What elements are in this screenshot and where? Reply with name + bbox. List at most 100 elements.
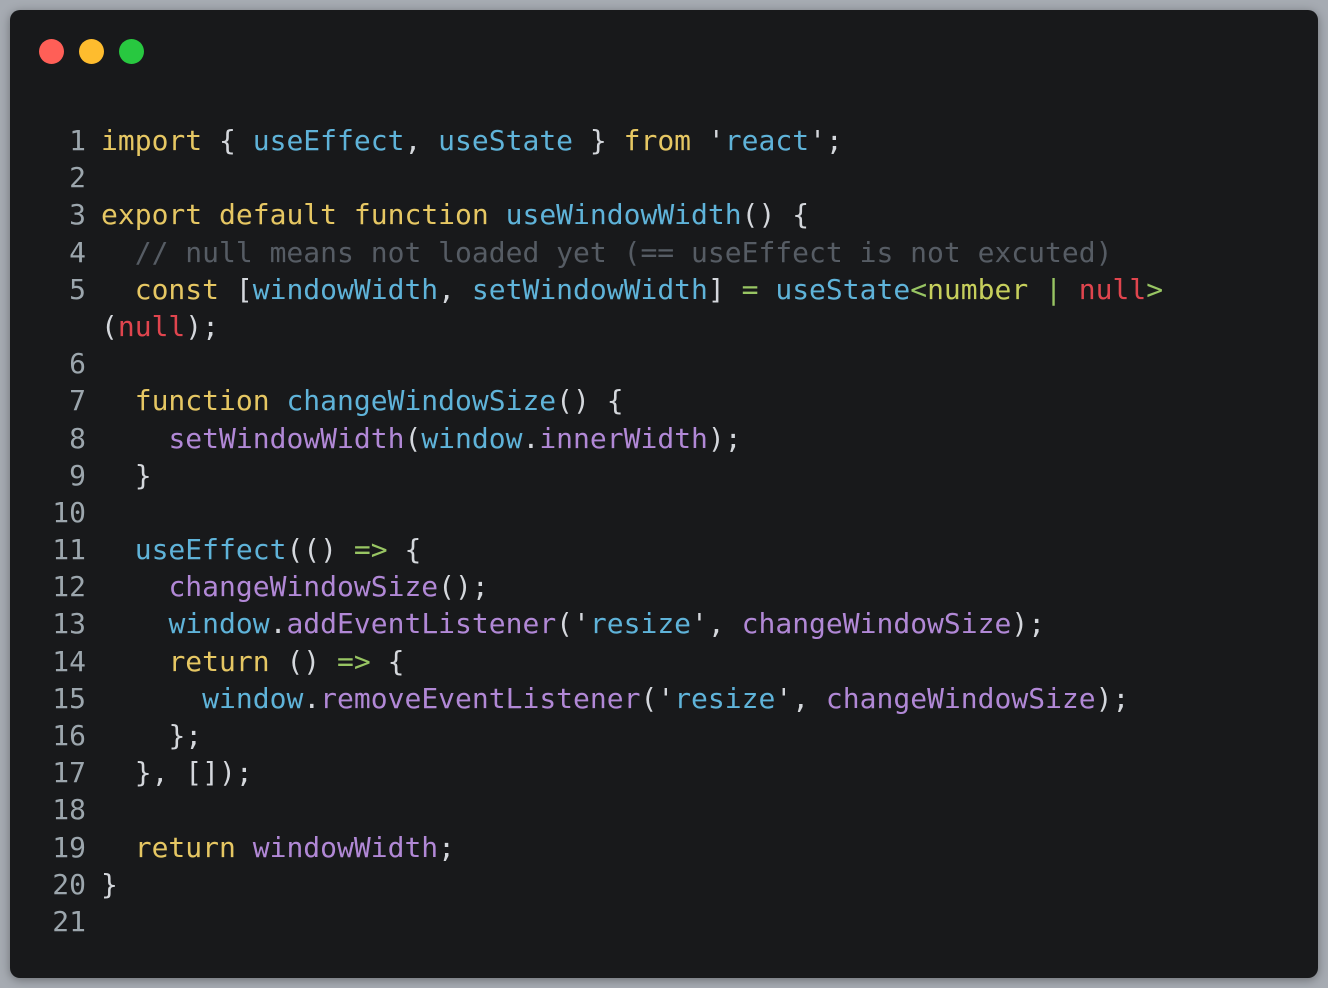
line-content: setWindowWidth(window.innerWidth); xyxy=(101,420,1211,457)
code-token: } xyxy=(101,458,152,492)
close-button[interactable] xyxy=(39,39,64,64)
code-token: . xyxy=(269,607,287,641)
code-token: < xyxy=(910,272,928,306)
code-token: ); xyxy=(1011,607,1046,641)
code-line: 4 // null means not loaded yet (== useEf… xyxy=(10,234,1318,271)
code-editor: 1 import { useEffect, useState } from 're… xyxy=(10,122,1318,940)
code-line: 18 xyxy=(10,791,1318,828)
line-number: 3 xyxy=(69,198,86,232)
code-token: ( xyxy=(640,681,658,715)
code-line: 2 xyxy=(10,159,1318,196)
code-token: => xyxy=(337,644,371,678)
code-token: window xyxy=(168,607,270,641)
code-token: => xyxy=(353,533,388,567)
code-token: useEffect xyxy=(252,124,405,157)
minimize-button[interactable] xyxy=(79,39,104,64)
code-token: ' xyxy=(657,681,675,715)
code-token: . xyxy=(522,421,540,455)
line-number: 2 xyxy=(69,161,86,195)
line-content: } xyxy=(101,866,1211,903)
line-number: 19 xyxy=(52,830,86,864)
code-token: > xyxy=(1146,272,1164,306)
code-token: null xyxy=(117,309,186,343)
line-content: export default function useWindowWidth()… xyxy=(101,196,1211,233)
code-token: useState xyxy=(438,124,574,157)
code-token: useState xyxy=(775,272,911,306)
code-token: addEventListener xyxy=(286,607,557,641)
line-content: changeWindowSize(); xyxy=(101,568,1211,605)
code-line: 8 setWindowWidth(window.innerWidth); xyxy=(10,420,1318,457)
code-token: const xyxy=(134,272,220,306)
code-line: 17 }, []); xyxy=(10,754,1318,791)
line-number: 7 xyxy=(69,384,86,418)
code-token: removeEventListener xyxy=(320,681,641,715)
code-window: 1 import { useEffect, useState } from 're… xyxy=(10,10,1318,978)
code-token: ' xyxy=(573,607,590,641)
maximize-button[interactable] xyxy=(119,39,144,64)
code-token: (); xyxy=(438,570,489,604)
code-token: number xyxy=(927,272,1029,306)
code-line: 9 } xyxy=(10,457,1318,494)
code-line: 20} xyxy=(10,866,1318,903)
code-token: , xyxy=(438,272,472,306)
line-number: 13 xyxy=(52,607,86,641)
code-token: export xyxy=(101,198,203,232)
code-token: }, []); xyxy=(101,756,253,790)
line-content: window.addEventListener('resize', change… xyxy=(101,605,1211,642)
line-number: 15 xyxy=(52,681,86,715)
code-token: window xyxy=(202,681,304,715)
code-token: changeWindowSize xyxy=(168,570,439,604)
code-token: changeWindowSize xyxy=(286,384,557,418)
code-token: }; xyxy=(101,719,203,753)
code-token: ; xyxy=(438,830,456,864)
code-token: { xyxy=(202,124,253,157)
line-content: return windowWidth; xyxy=(101,829,1211,866)
line-number: 11 xyxy=(52,533,86,567)
line-content: import { useEffect, useState } from 'rea… xyxy=(101,122,1211,159)
code-token: , xyxy=(707,607,742,641)
code-token: resize xyxy=(589,607,692,641)
code-token: { xyxy=(370,644,405,678)
code-token: } xyxy=(101,867,118,901)
line-content: function changeWindowSize() { xyxy=(101,382,1211,419)
code-token: import xyxy=(101,124,203,157)
code-token: react xyxy=(724,124,810,157)
code-token: innerWidth xyxy=(539,421,708,455)
code-token: [ xyxy=(219,272,253,306)
code-token: ' xyxy=(707,124,725,157)
code-token: ); xyxy=(1095,681,1130,715)
line-content: useEffect(() => { xyxy=(101,531,1211,568)
code-token: ' xyxy=(809,124,826,157)
code-token: changeWindowSize xyxy=(825,681,1096,715)
code-token: setWindowWidth xyxy=(168,421,405,455)
code-token: ); xyxy=(707,421,742,455)
line-number: 20 xyxy=(52,867,86,901)
code-token: changeWindowSize xyxy=(741,607,1012,641)
code-token: ] xyxy=(707,272,742,306)
line-content: }, []); xyxy=(101,754,1211,791)
code-line: 10 xyxy=(10,494,1318,531)
code-token: function xyxy=(134,384,270,418)
line-number: 6 xyxy=(69,347,86,381)
line-number: 9 xyxy=(69,458,86,492)
code-token: setWindowWidth xyxy=(471,272,708,306)
line-number: 5 xyxy=(69,272,86,306)
code-line: 12 changeWindowSize(); xyxy=(10,568,1318,605)
code-token: ' xyxy=(775,681,793,715)
code-token: return xyxy=(134,830,236,864)
line-number: 17 xyxy=(52,756,86,790)
code-line: 5 const [windowWidth, setWindowWidth] = … xyxy=(10,271,1318,345)
code-token: () xyxy=(269,644,338,678)
line-number: 14 xyxy=(52,644,86,678)
code-token: windowWidth xyxy=(252,830,439,864)
line-content: }; xyxy=(101,717,1211,754)
